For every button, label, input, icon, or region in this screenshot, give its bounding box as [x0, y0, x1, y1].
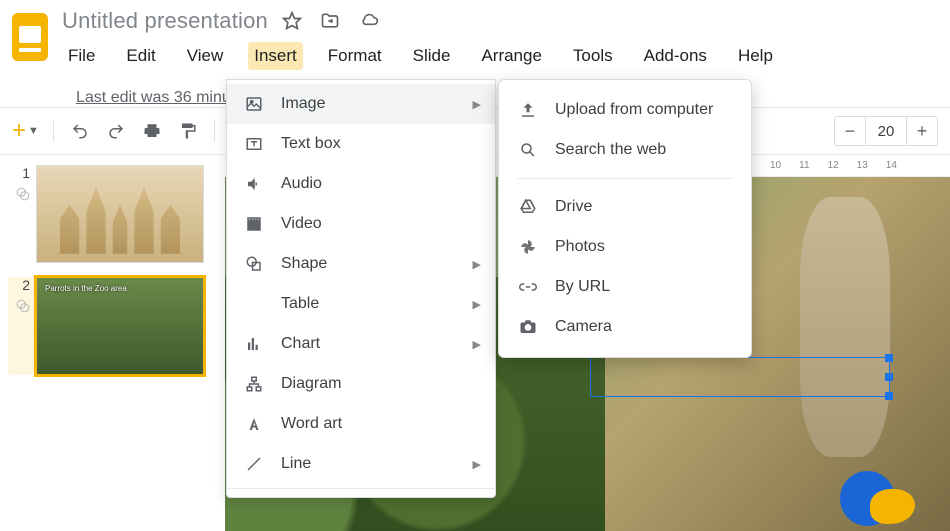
resize-handle[interactable]	[885, 354, 893, 362]
image-icon	[243, 93, 265, 115]
photos-icon	[517, 236, 539, 258]
menu-label: Video	[281, 215, 322, 233]
menu-format[interactable]: Format	[322, 42, 388, 70]
slide-thumb-1[interactable]: 1	[8, 165, 219, 263]
redo-button[interactable]	[104, 119, 128, 143]
chart-icon	[243, 333, 265, 355]
upload-icon	[517, 99, 539, 121]
menu-help[interactable]: Help	[732, 42, 779, 70]
diagram-icon	[243, 373, 265, 395]
menu-label: Photos	[555, 238, 605, 256]
ruler-tick: 12	[828, 160, 839, 171]
new-slide-button[interactable]: + ▼	[12, 117, 39, 145]
menu-label: Camera	[555, 318, 612, 336]
text-box-icon	[243, 133, 265, 155]
menu-label: Text box	[281, 135, 341, 153]
insert-image-submenu: Upload from computer Search the web Driv…	[498, 79, 752, 358]
layout-icon	[16, 299, 30, 313]
menu-label: Table	[281, 295, 319, 313]
print-button[interactable]	[140, 119, 164, 143]
menu-edit[interactable]: Edit	[120, 42, 161, 70]
image-photos[interactable]: Photos	[499, 227, 751, 267]
camera-icon	[517, 316, 539, 338]
image-by-url[interactable]: By URL	[499, 267, 751, 307]
image-camera[interactable]: Camera	[499, 307, 751, 347]
menu-label: Diagram	[281, 375, 341, 393]
submenu-arrow-icon: ▶	[473, 298, 481, 311]
submenu-arrow-icon: ▶	[473, 258, 481, 271]
insert-image[interactable]: Image ▶	[227, 84, 495, 124]
image-upload-computer[interactable]: Upload from computer	[499, 90, 751, 130]
ruler-tick: 11	[799, 160, 809, 171]
zoom-out-button[interactable]: −	[835, 117, 865, 145]
submenu-arrow-icon: ▶	[473, 98, 481, 111]
cloud-status-icon[interactable]	[358, 11, 380, 31]
insert-text-box[interactable]: Text box	[227, 124, 495, 164]
menu-arrange[interactable]: Arrange	[475, 42, 547, 70]
insert-line[interactable]: Line ▶	[227, 444, 495, 484]
thumb-caption: Parrots in the Zoo area	[45, 284, 127, 293]
table-icon	[243, 293, 265, 315]
menu-label: Upload from computer	[555, 101, 713, 119]
line-icon	[243, 453, 265, 475]
ruler-tick: 14	[886, 160, 897, 171]
menu-label: Image	[281, 95, 325, 113]
zoom-control: − +	[834, 116, 938, 146]
insert-word-art[interactable]: Word art	[227, 404, 495, 444]
insert-table[interactable]: Table ▶	[227, 284, 495, 324]
insert-video[interactable]: Video	[227, 204, 495, 244]
star-icon[interactable]	[282, 11, 302, 31]
menu-slide[interactable]: Slide	[407, 42, 457, 70]
insert-diagram[interactable]: Diagram	[227, 364, 495, 404]
image-drive[interactable]: Drive	[499, 187, 751, 227]
menu-label: Word art	[281, 415, 342, 433]
slide-panel: 1 2 Parrots in the Zoo area	[0, 155, 225, 531]
submenu-arrow-icon: ▶	[473, 338, 481, 351]
menu-label: By URL	[555, 278, 610, 296]
word-art-icon	[243, 413, 265, 435]
menu-label: Line	[281, 455, 311, 473]
insert-dropdown: Image ▶ Text box Audio Video Shape ▶ Tab…	[226, 79, 496, 498]
drive-icon	[517, 196, 539, 218]
image-search-web[interactable]: Search the web	[499, 130, 751, 170]
menu-tools[interactable]: Tools	[567, 42, 619, 70]
layout-icon	[16, 187, 30, 201]
menu-label: Search the web	[555, 141, 666, 159]
resize-handle[interactable]	[885, 392, 893, 400]
selection-box[interactable]	[590, 357, 890, 397]
slides-logo[interactable]	[10, 10, 50, 64]
link-icon	[517, 276, 539, 298]
menu-view[interactable]: View	[181, 42, 230, 70]
menu-addons[interactable]: Add-ons	[638, 42, 713, 70]
submenu-arrow-icon: ▶	[473, 458, 481, 471]
zoom-in-button[interactable]: +	[907, 117, 937, 145]
video-icon	[243, 213, 265, 235]
slide-number: 1	[22, 165, 30, 181]
menu-label: Drive	[555, 198, 592, 216]
menu-label: Audio	[281, 175, 322, 193]
insert-shape[interactable]: Shape ▶	[227, 244, 495, 284]
zoom-input[interactable]	[865, 117, 907, 145]
menu-label: Chart	[281, 335, 320, 353]
search-icon	[517, 139, 539, 161]
ruler-tick: 13	[857, 160, 868, 171]
insert-audio[interactable]: Audio	[227, 164, 495, 204]
ruler-tick: 10	[770, 160, 781, 171]
menu-insert[interactable]: Insert	[248, 42, 303, 70]
audio-icon	[243, 173, 265, 195]
slide-thumb-2[interactable]: 2 Parrots in the Zoo area	[8, 277, 219, 375]
shape-icon	[243, 253, 265, 275]
menu-label: Shape	[281, 255, 327, 273]
move-to-folder-icon[interactable]	[320, 11, 340, 31]
paint-format-button[interactable]	[176, 119, 200, 143]
insert-chart[interactable]: Chart ▶	[227, 324, 495, 364]
resize-handle[interactable]	[885, 373, 893, 381]
undo-button[interactable]	[68, 119, 92, 143]
slide-number: 2	[22, 277, 30, 293]
presentation-title[interactable]: Untitled presentation	[62, 8, 268, 34]
menu-file[interactable]: File	[62, 42, 101, 70]
